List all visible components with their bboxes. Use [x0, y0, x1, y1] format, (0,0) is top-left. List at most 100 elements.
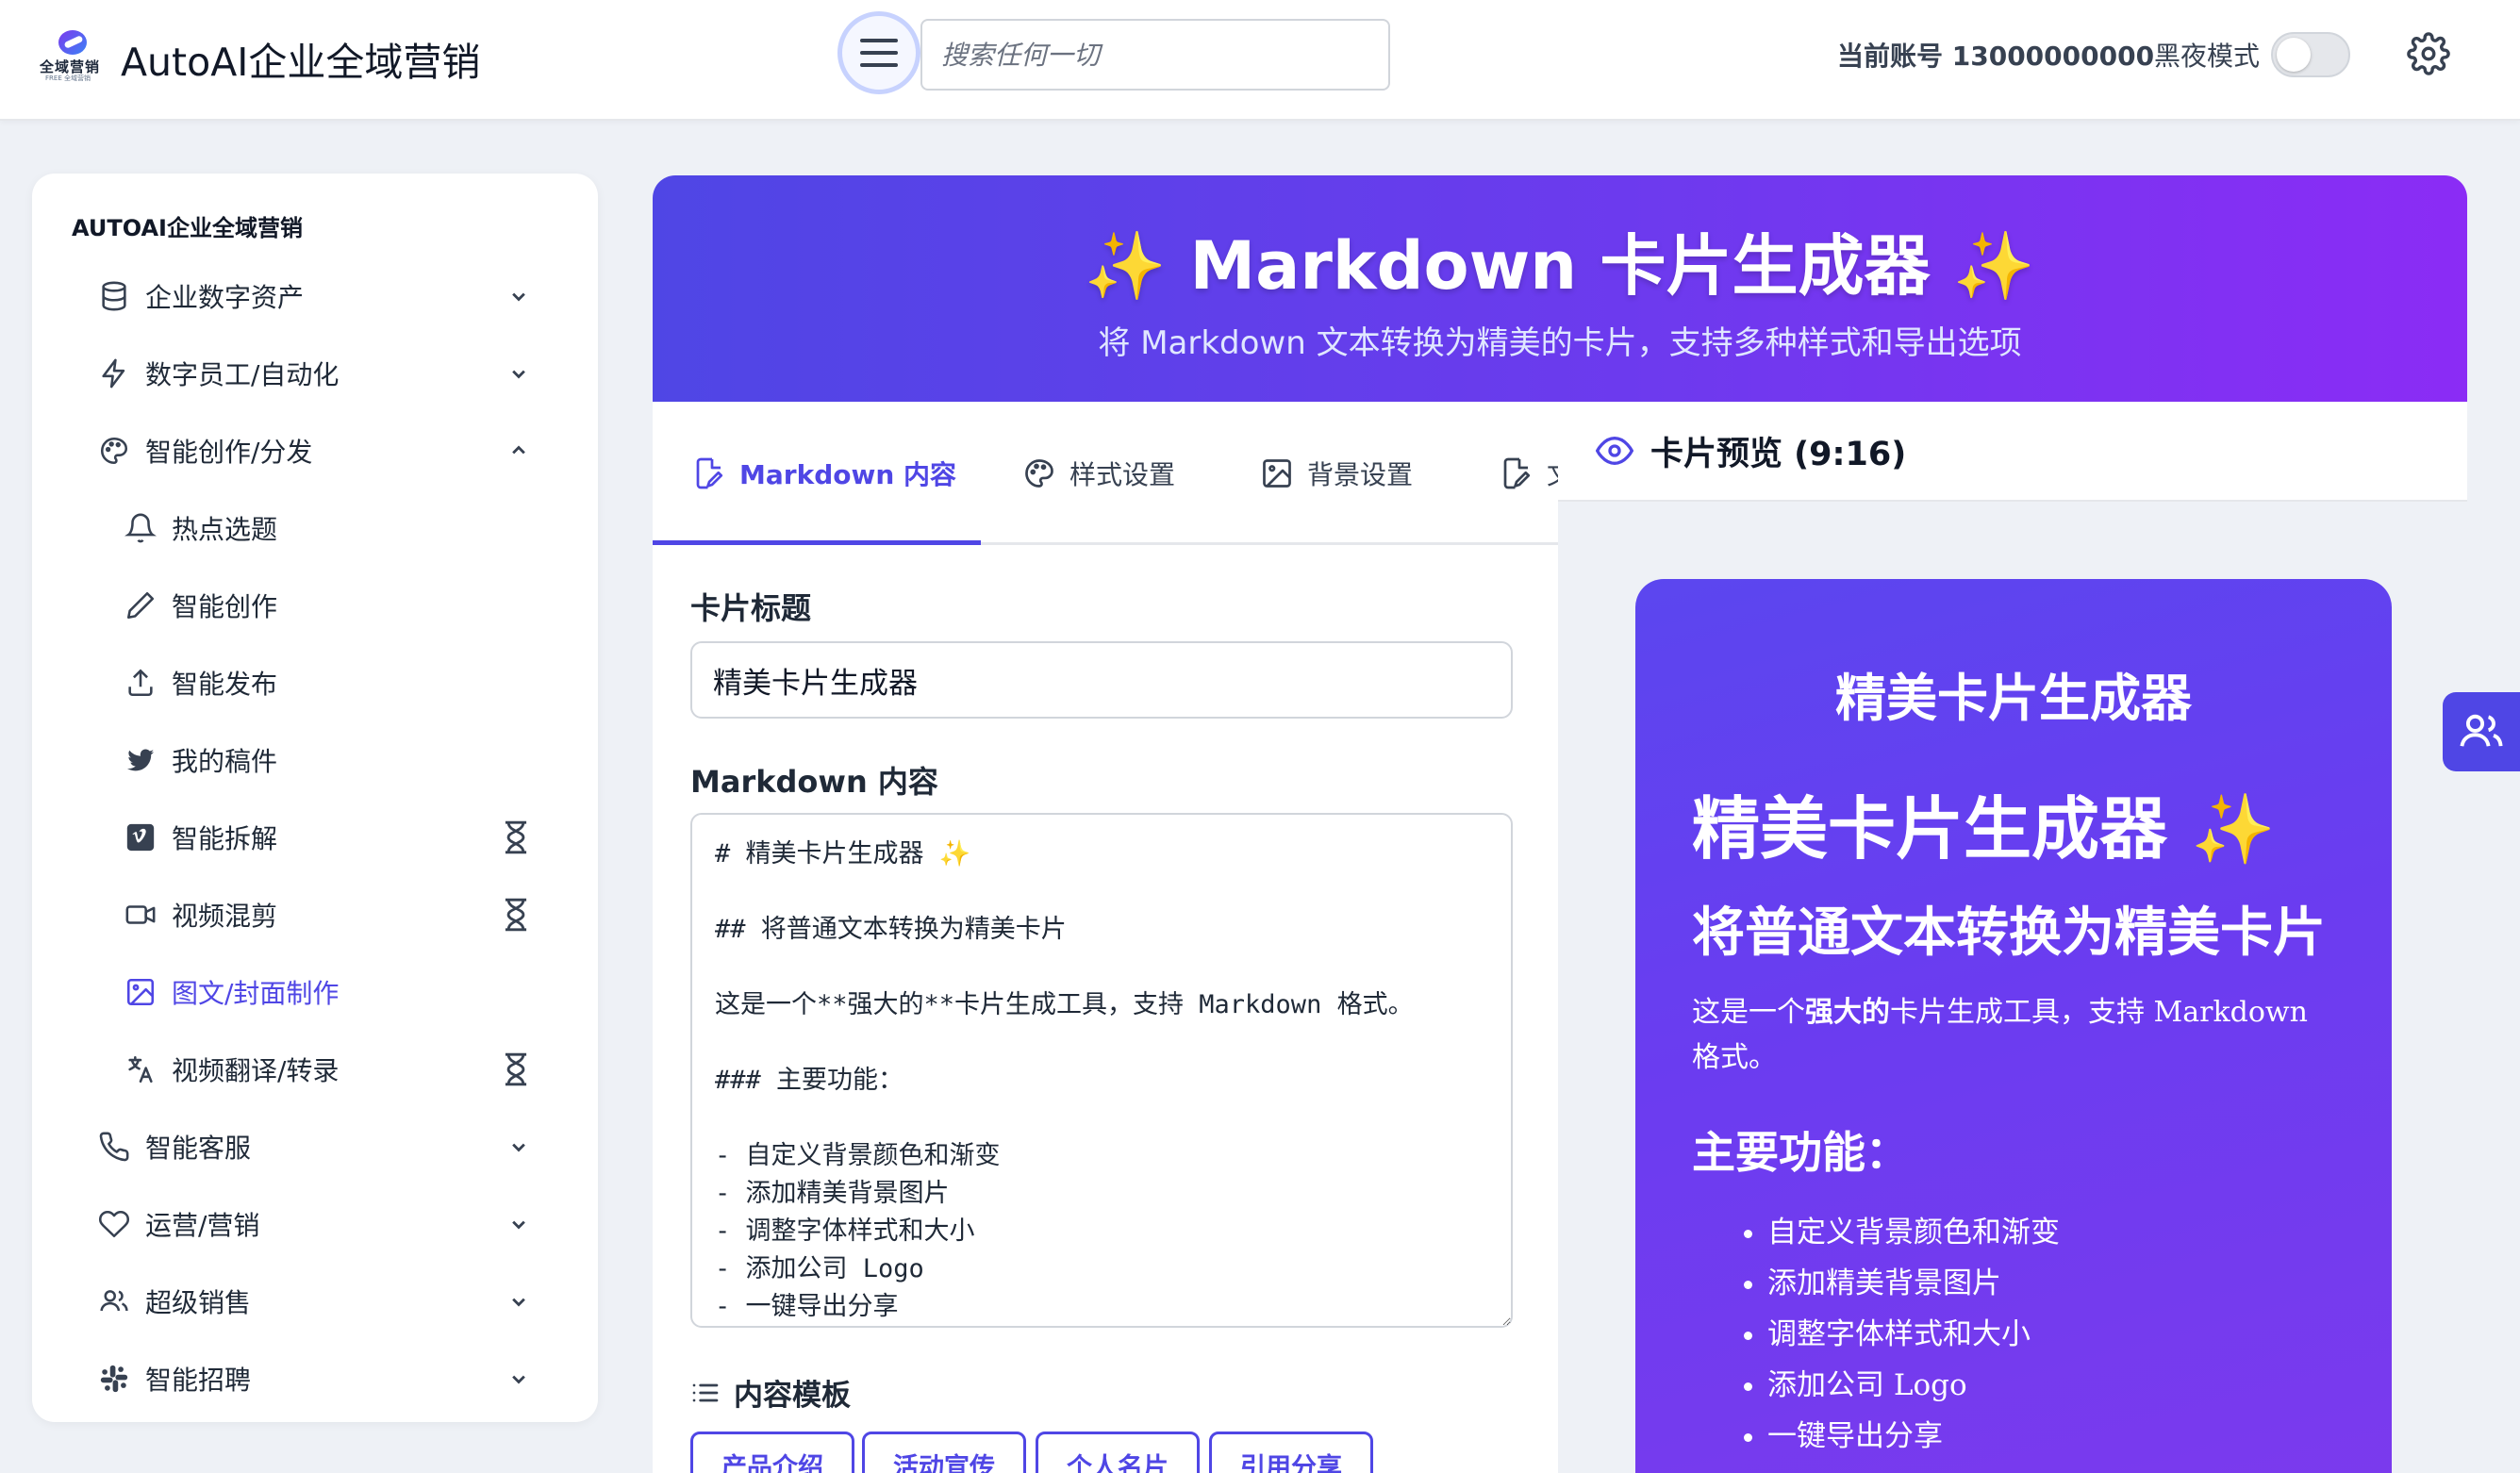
sidebar-item-smart-creation[interactable]: 智能创作 [32, 571, 598, 640]
sidebar-item-creation[interactable]: 智能创作/分发 [32, 416, 598, 486]
sidebar-item-super-sales[interactable]: 超级销售 [32, 1266, 598, 1336]
sidebar-heading: AUTOAI企业全域营销 [72, 215, 303, 241]
card-paragraph: 这是一个强大的卡片生成工具，支持 Markdown 格式。 [1692, 990, 2343, 1081]
sidebar-item-label: 智能招聘 [145, 1365, 252, 1396]
floating-contact-button[interactable] [2443, 692, 2520, 771]
list-icon [692, 1383, 719, 1401]
sidebar-item-label: 视频翻译/转录 [172, 1055, 340, 1086]
gear-icon[interactable] [2407, 32, 2450, 75]
markdown-content-label: Markdown 内容 [690, 764, 938, 800]
chevron-up-icon [512, 445, 525, 455]
pencil-icon [126, 591, 155, 620]
hourglass-icon [505, 820, 527, 854]
sidebar-item-automation[interactable]: 数字员工/自动化 [32, 339, 598, 408]
template-button-product[interactable]: 产品介绍 [690, 1432, 854, 1473]
card-heading-3: 主要功能： [1692, 1127, 1909, 1178]
sidebar-item-label: 智能创作/分发 [145, 437, 313, 468]
sidebar-item-label: 智能发布 [172, 669, 278, 700]
sidebar-item-label: 图文/封面制作 [172, 978, 340, 1009]
template-button-event[interactable]: 活动宣传 [862, 1432, 1026, 1473]
bolt-icon [102, 358, 125, 389]
chevron-down-icon [512, 1220, 525, 1230]
sidebar-item-recruitment[interactable]: 智能招聘 [32, 1344, 598, 1414]
card-heading-1: 精美卡片生成器 ✨ [1692, 773, 2276, 872]
sidebar-item-label: 智能拆解 [172, 823, 278, 854]
chevron-down-icon [512, 1143, 525, 1152]
sidebar-item-label: 运营/营销 [145, 1210, 260, 1241]
tab-more[interactable]: 文 [1500, 402, 1558, 545]
sidebar-item-customer-service[interactable]: 智能客服 [32, 1112, 598, 1182]
markdown-textarea[interactable]: # 精美卡片生成器 ✨ ## 将普通文本转换为精美卡片 这是一个**强大的**卡… [690, 813, 1513, 1328]
sidebar-item-label: 视频混剪 [172, 901, 278, 932]
chevron-down-icon [512, 292, 525, 302]
toggle-knob [2277, 38, 2311, 72]
logo-subtext: FREE 全域营销 [45, 74, 91, 82]
tab-background-settings[interactable]: 背景设置 [1260, 402, 1413, 545]
page-title-text: Markdown 卡片生成器 [1189, 227, 1931, 305]
tab-style-settings[interactable]: 样式设置 [1022, 402, 1175, 545]
sidebar-item-label: 企业数字资产 [145, 282, 305, 313]
eye-icon [1596, 436, 1633, 466]
sidebar-item-label: 超级销售 [145, 1287, 252, 1318]
hourglass-icon [505, 898, 527, 932]
preview-panel: 卡片预览 (9:16) 精美卡片生成器 精美卡片生成器 ✨ 将普通文本转换为精美… [1558, 402, 2467, 1473]
hamburger-icon [860, 39, 898, 67]
app-logo[interactable]: 全域营销 FREE 全域营销 [38, 30, 104, 82]
sidebar-item-cover-maker[interactable]: 图文/封面制作 [32, 957, 598, 1027]
preview-header: 卡片预览 (9:16) [1558, 402, 2467, 502]
tab-label: 样式设置 [1069, 459, 1176, 490]
tab-markdown-content[interactable]: Markdown 内容 [692, 402, 956, 545]
list-item: 调整字体样式和大小 [1767, 1309, 2060, 1360]
tab-label: Markdown 内容 [739, 459, 957, 490]
heart-icon [98, 1210, 130, 1238]
menu-toggle-button[interactable] [837, 11, 920, 94]
current-account: 当前账号 13000000000 [1837, 41, 2155, 72]
page-subtitle: 将 Markdown 文本转换为精美的卡片，支持多种样式和导出选项 [1098, 324, 2022, 362]
sidebar-item-label: 智能创作 [172, 591, 278, 622]
logo-mark-icon [58, 30, 87, 55]
editor-tabs: Markdown 内容 样式设置 背景设置 文 [653, 402, 1558, 545]
palette-icon [1025, 459, 1053, 488]
users-icon [100, 1290, 128, 1312]
app-title: AutoAI企业全域营销 [121, 40, 481, 85]
image-icon [1263, 459, 1291, 488]
translate-icon [128, 1055, 153, 1084]
card-preview: 精美卡片生成器 精美卡片生成器 ✨ 将普通文本转换为精美卡片 这是一个强大的卡片… [1635, 579, 2392, 1473]
vimeo-icon [126, 823, 155, 852]
list-item: 添加公司 Logo [1767, 1360, 2060, 1411]
editor-panel: Markdown 内容 样式设置 背景设置 文 卡片标题 Markdown 内容… [653, 402, 1558, 1473]
chevron-down-icon [512, 370, 525, 379]
card-title: 精美卡片生成器 [1835, 669, 2192, 728]
list-item: 添加精美背景图片 [1767, 1258, 2060, 1309]
dark-mode-toggle[interactable] [2271, 32, 2350, 77]
card-title-input[interactable] [690, 641, 1513, 719]
sidebar-item-marketing[interactable]: 运营/营销 [32, 1189, 598, 1259]
twitter-icon [126, 749, 155, 771]
sparkles-icon: ✨ [2191, 789, 2276, 869]
hourglass-icon [505, 1052, 527, 1086]
video-icon [125, 905, 156, 924]
top-header: 全域营销 FREE 全域营销 AutoAI企业全域营销 当前账号 1300000… [0, 0, 2520, 121]
sidebar-item-my-drafts[interactable]: 我的稿件 [32, 725, 598, 795]
card-feature-list: 自定义背景颜色和渐变 添加精美背景图片 调整字体样式和大小 添加公司 Logo … [1767, 1207, 2060, 1462]
sidebar-item-hot-topics[interactable]: 热点选题 [32, 493, 598, 563]
sparkles-icon: ✨ [1084, 227, 1168, 305]
search-input[interactable] [920, 19, 1390, 91]
card-title-label: 卡片标题 [690, 590, 812, 626]
users-icon [2460, 714, 2503, 747]
sidebar-item-video-translate[interactable]: 视频翻译/转录 [32, 1034, 598, 1104]
sidebar-item-breakdown[interactable]: 智能拆解 [32, 803, 598, 872]
page-title: ✨ Markdown 卡片生成器 ✨ [653, 213, 2467, 308]
sidebar-item-digital-assets[interactable]: 企业数字资产 [32, 261, 598, 331]
preview-heading: 卡片预览 (9:16) [1650, 435, 1907, 473]
sidebar-item-publish[interactable]: 智能发布 [32, 648, 598, 718]
tab-label: 背景设置 [1307, 459, 1414, 490]
active-tab-indicator [653, 540, 981, 545]
template-button-quote[interactable]: 引用分享 [1209, 1432, 1373, 1473]
hero-banner: ✨ Markdown 卡片生成器 ✨ 将 Markdown 文本转换为精美的卡片… [653, 175, 2467, 402]
sidebar-item-video-mix[interactable]: 视频混剪 [32, 880, 598, 950]
template-button-business-card[interactable]: 个人名片 [1036, 1432, 1200, 1473]
card-heading-1-text: 精美卡片生成器 [1692, 789, 2168, 869]
card-paragraph-bold: 强大的 [1805, 996, 1890, 1029]
chevron-down-icon [512, 1375, 525, 1384]
